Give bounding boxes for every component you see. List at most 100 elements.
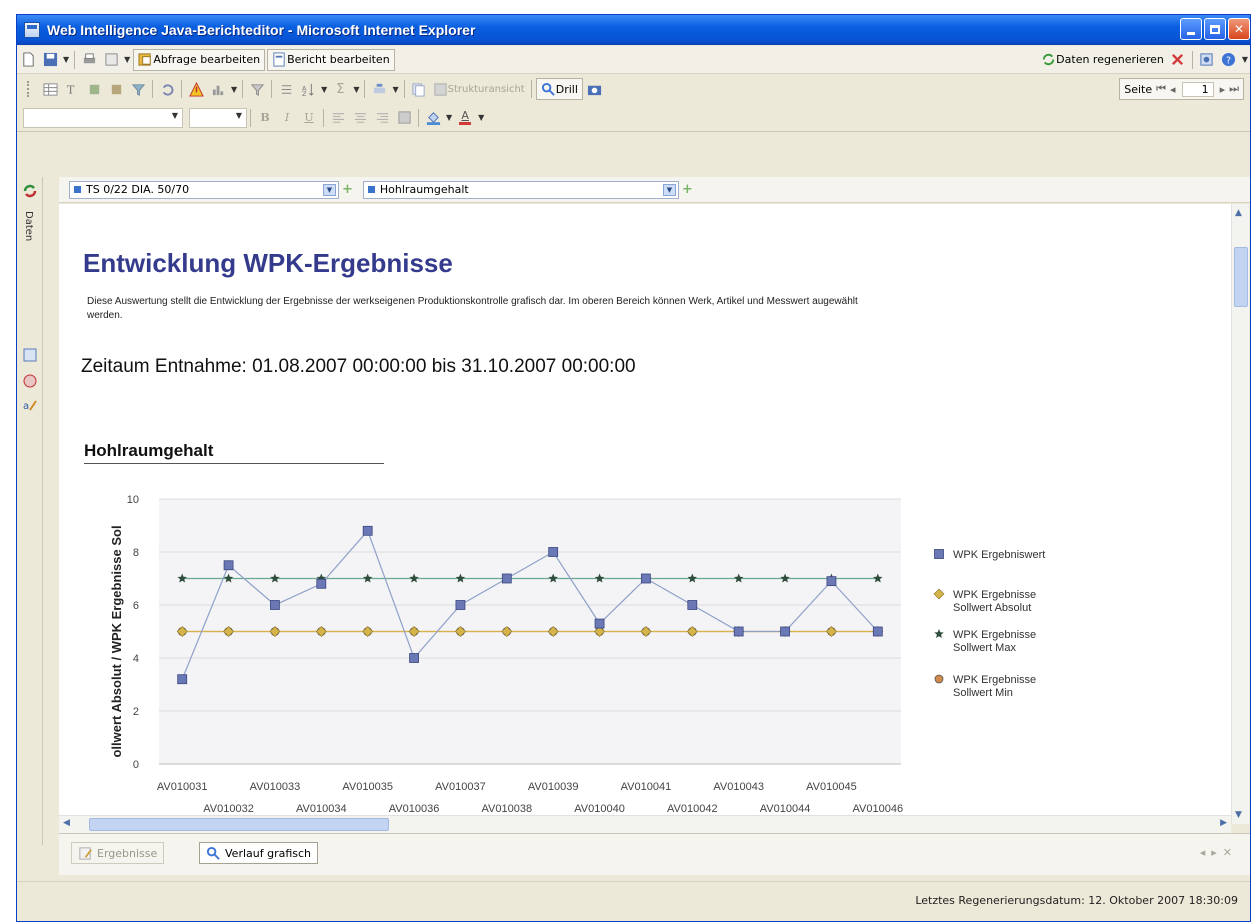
format-button[interactable]: T (62, 78, 82, 100)
insert-button[interactable] (369, 78, 389, 100)
sum-dropdown-icon[interactable]: ▼ (353, 85, 359, 94)
edit-report-button[interactable]: Bericht bearbeiten (267, 48, 395, 71)
font-size-dropdown-icon[interactable]: ▼ (236, 111, 242, 120)
tab-close-icon[interactable]: ✕ (1223, 846, 1238, 859)
filter-button[interactable] (128, 78, 148, 100)
document-properties-button[interactable] (1197, 49, 1217, 71)
purge-button[interactable] (1168, 49, 1188, 71)
svg-text:?: ? (1226, 55, 1231, 66)
structure-view-button[interactable]: Strukturansicht (431, 78, 527, 100)
y-tick-label: 2 (133, 706, 139, 718)
last-page-button[interactable]: ⏭ (1229, 82, 1239, 96)
tab-navigation: ◂▸✕ (1200, 846, 1238, 859)
bold-button[interactable]: B (255, 107, 275, 129)
copy-button[interactable] (409, 78, 429, 100)
close-icon: ✕ (1233, 22, 1245, 36)
scroll-up-icon[interactable]: ▲ (1235, 208, 1242, 218)
page-number-input[interactable]: 1 (1181, 81, 1214, 97)
table-button[interactable] (40, 78, 60, 100)
x-tick-label: AV010041 (621, 781, 672, 793)
font-color-dropdown-icon[interactable]: ▼ (478, 113, 484, 122)
insert-dropdown-icon[interactable]: ▼ (392, 85, 398, 94)
product-dropdown-icon[interactable]: ▼ (323, 183, 336, 196)
variables-icon[interactable] (22, 373, 38, 389)
help-button[interactable]: ? (1219, 49, 1239, 71)
break-button[interactable] (276, 78, 296, 100)
close-button[interactable]: ✕ (1228, 18, 1250, 40)
svg-text:Z: Z (302, 90, 307, 97)
sort-button[interactable]: AZ (298, 78, 318, 100)
sort-dropdown-icon[interactable]: ▼ (321, 85, 327, 94)
minimize-button[interactable] (1180, 18, 1202, 40)
underline-button[interactable]: U (299, 107, 319, 129)
align-left-button[interactable] (328, 107, 348, 129)
undo-button[interactable] (157, 78, 177, 100)
new-document-button[interactable] (18, 49, 38, 71)
y-tick-label: 10 (127, 494, 139, 506)
add-measure-icon[interactable]: + (682, 182, 693, 197)
maximize-icon (1210, 24, 1220, 34)
borders-button[interactable] (394, 107, 414, 129)
main-toolbar: ▼ ▼ Abfrage bearbeiten Bericht bearbeite… (17, 46, 1250, 74)
view-button[interactable] (101, 49, 121, 71)
font-size-select[interactable]: ▼ (189, 107, 247, 128)
previous-page-button[interactable]: ◂ (1170, 83, 1176, 96)
grip-handle[interactable] (18, 78, 38, 100)
help-dropdown-icon[interactable]: ▼ (1242, 55, 1248, 64)
add-filter-icon[interactable]: + (342, 182, 353, 197)
document-map-icon[interactable] (22, 347, 38, 363)
fill-color-dropdown-icon[interactable]: ▼ (446, 113, 452, 122)
align-button[interactable] (106, 78, 126, 100)
first-page-button[interactable]: ⏮ (1156, 82, 1166, 96)
legend-label: Sollwert Max (953, 642, 1016, 654)
view-dropdown-icon[interactable]: ▼ (124, 55, 130, 64)
product-select[interactable]: TS 0/22 DIA. 50/70 ▼ (69, 180, 339, 199)
data-point-diamond (933, 588, 945, 600)
sum-button[interactable]: Σ (330, 78, 350, 100)
save-icon (43, 52, 57, 67)
alert-button[interactable] (186, 78, 206, 100)
tab-trend-chart[interactable]: Verlauf grafisch (199, 842, 319, 864)
ranking-dropdown-icon[interactable]: ▼ (231, 85, 237, 94)
print-button[interactable] (79, 49, 99, 71)
edit-query-button[interactable]: Abfrage bearbeiten (133, 48, 266, 71)
x-tick-label: AV010039 (528, 781, 579, 793)
data-panel-tab[interactable]: Daten (23, 211, 34, 241)
scroll-left-icon[interactable]: ◀ (63, 818, 70, 828)
y-tick-label: 4 (133, 653, 139, 665)
scroll-right-icon[interactable]: ▶ (1220, 818, 1227, 828)
copy-format-button[interactable] (84, 78, 104, 100)
fill-color-button[interactable] (423, 107, 443, 129)
font-name-select[interactable]: ▼ (23, 107, 183, 128)
y-axis-label: ollwert Absolut / WPK Ergebnisse Sol (109, 525, 124, 757)
refresh-data-button[interactable]: Daten regenerieren (1039, 49, 1166, 71)
report-filter-button[interactable] (247, 78, 267, 100)
tab-results[interactable]: Ergebnisse (71, 842, 165, 864)
vertical-scroll-thumb[interactable] (1234, 247, 1248, 307)
horizontal-scrollbar[interactable]: ◀ ▶ (59, 815, 1231, 833)
maximize-button[interactable] (1204, 18, 1226, 40)
horizontal-scroll-thumb[interactable] (89, 818, 389, 831)
tab-next-icon[interactable]: ▸ (1211, 846, 1223, 859)
tab-previous-icon[interactable]: ◂ (1200, 846, 1212, 859)
font-name-dropdown-icon[interactable]: ▼ (172, 111, 178, 120)
next-page-button[interactable]: ▸ (1220, 83, 1226, 96)
data-panel-icon[interactable] (22, 183, 38, 199)
save-dropdown-icon[interactable]: ▼ (63, 55, 69, 64)
vertical-scrollbar[interactable]: ▲ ▼ (1231, 204, 1249, 824)
data-point-square (409, 653, 419, 663)
save-button[interactable] (40, 49, 60, 71)
align-right-button[interactable] (372, 107, 392, 129)
ranking-button[interactable] (208, 78, 228, 100)
drill-button[interactable]: Drill (535, 78, 583, 100)
measure-dropdown-icon[interactable]: ▼ (662, 183, 676, 196)
purge-icon (1172, 53, 1184, 66)
scroll-down-icon[interactable]: ▼ (1235, 810, 1242, 820)
copy-icon (412, 82, 425, 97)
align-center-button[interactable] (350, 107, 370, 129)
measure-select[interactable]: Hohlraumgehalt ▼ (362, 180, 679, 199)
font-color-button[interactable]: A (455, 107, 475, 129)
snapshot-button[interactable] (585, 78, 605, 100)
italic-button[interactable]: I (277, 107, 297, 129)
formula-icon[interactable]: a (22, 397, 38, 413)
